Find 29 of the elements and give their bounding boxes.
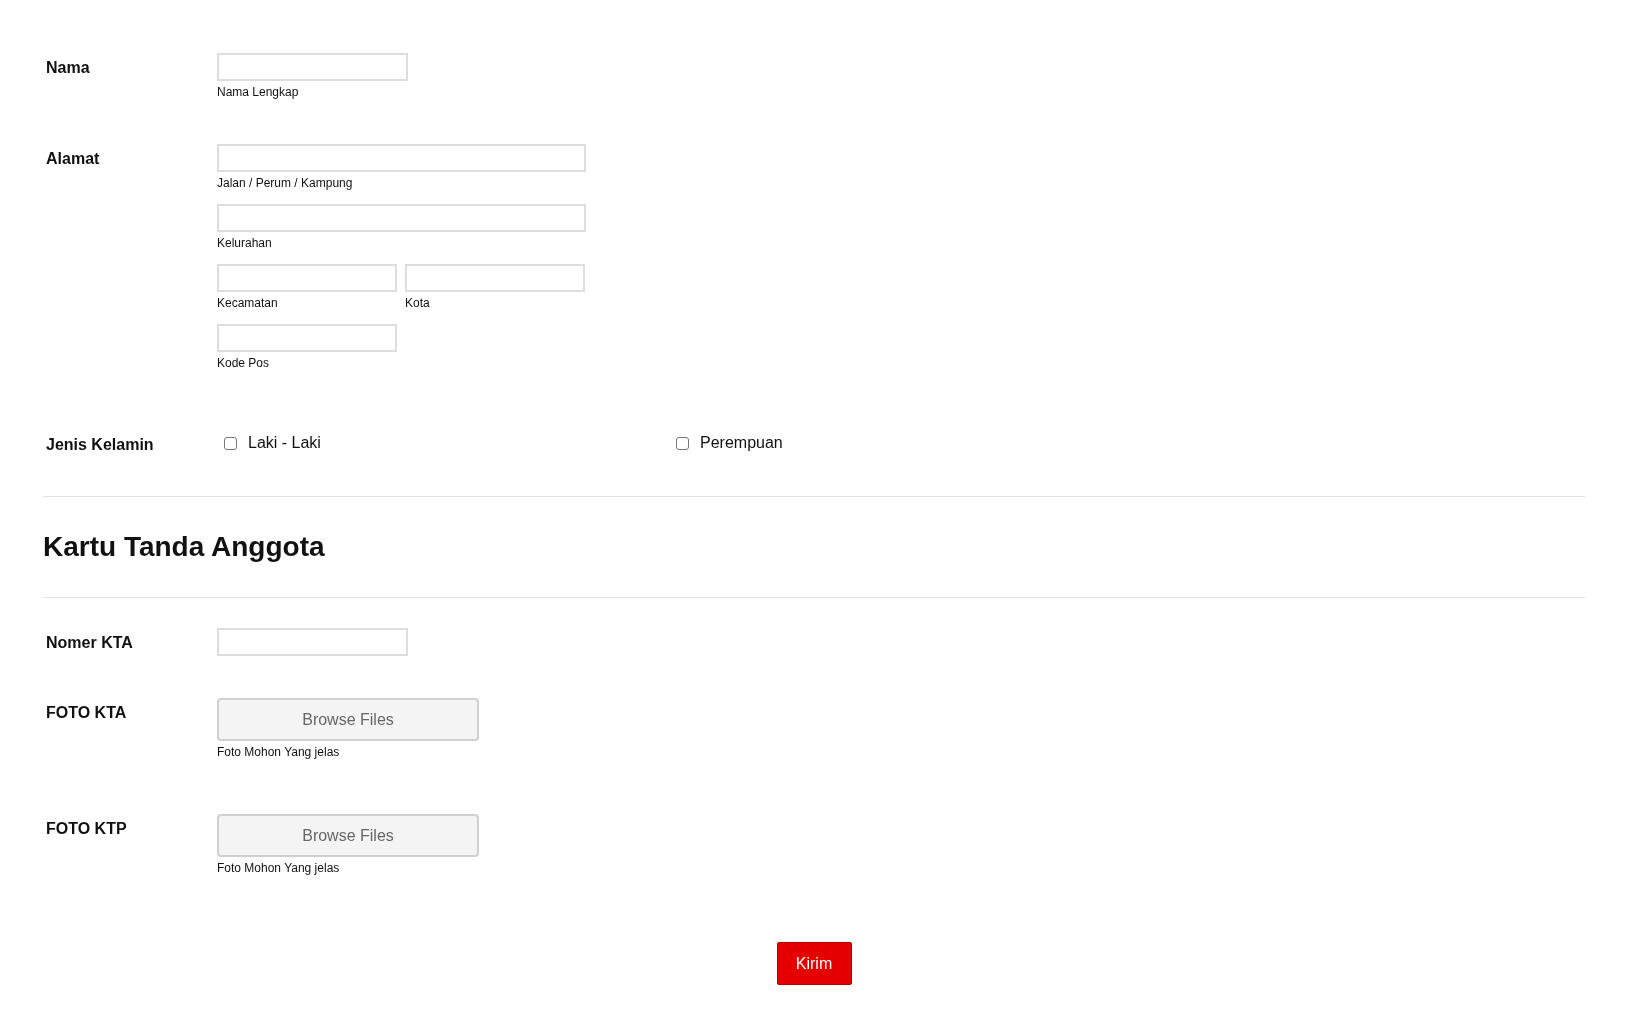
field-hint: Foto Mohon Yang jelas <box>217 861 341 875</box>
checkbox-label[interactable]: Perempuan <box>700 434 783 452</box>
field-label: Alamat <box>45 149 101 169</box>
field-label: Jenis Kelamin <box>45 435 155 454</box>
checkbox[interactable] <box>676 436 689 450</box>
checkbox[interactable] <box>224 436 237 450</box>
field-label: FOTO KTP <box>45 819 128 839</box>
browse-files-button[interactable]: Browse Files <box>217 698 479 741</box>
input-field[interactable] <box>217 264 397 292</box>
input-field[interactable] <box>217 324 397 352</box>
input-field[interactable] <box>217 53 408 81</box>
checkbox-label[interactable]: Laki - Laki <box>248 434 321 452</box>
browse-files-button[interactable]: Browse Files <box>217 814 479 857</box>
field-hint: Kecamatan <box>217 296 279 310</box>
input-field[interactable] <box>405 264 585 292</box>
input-field[interactable] <box>217 204 586 232</box>
field-label: Nomer KTA <box>45 633 134 653</box>
submit-button[interactable]: Kirim <box>776 942 852 985</box>
input-field[interactable] <box>217 144 586 172</box>
section-heading: Kartu Tanda Anggota <box>43 531 326 563</box>
field-hint: Jalan / Perum / Kampung <box>217 176 354 190</box>
field-hint: Foto Mohon Yang jelas <box>217 745 341 759</box>
field-hint: Kelurahan <box>217 236 273 250</box>
field-hint: Kode Pos <box>217 356 271 370</box>
field-hint: Nama Lengkap <box>217 85 300 99</box>
field-hint: Kota <box>405 296 431 310</box>
input-field[interactable] <box>217 628 408 656</box>
field-label: FOTO KTA <box>45 703 128 723</box>
field-label: Nama <box>45 58 91 78</box>
